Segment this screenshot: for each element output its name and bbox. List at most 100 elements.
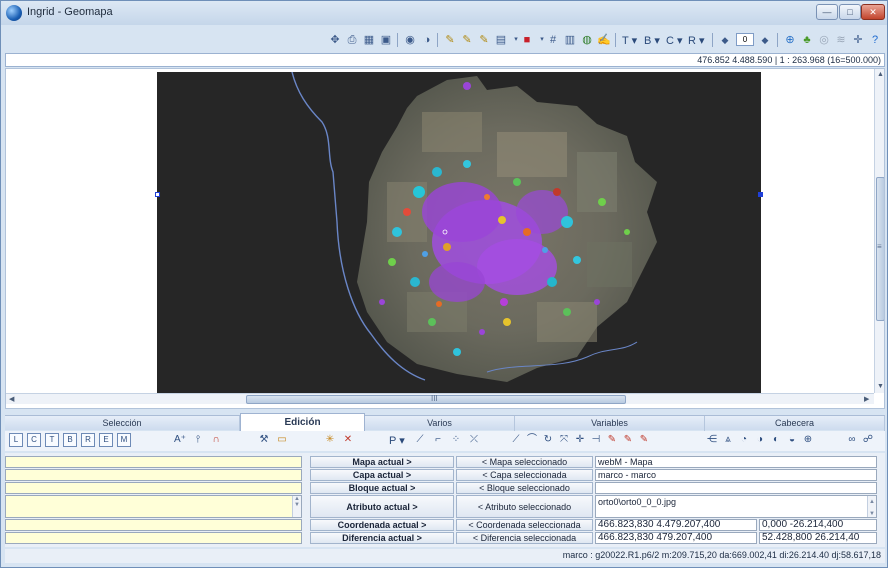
minimize-button[interactable]: — [816, 4, 838, 20]
pen-red3-icon[interactable]: ✎ [637, 433, 651, 447]
tree-icon[interactable]: ♣ [799, 32, 815, 48]
export-icon[interactable]: ▣ [378, 32, 394, 48]
tab-varios[interactable]: Varios [365, 416, 515, 431]
tab-edicion[interactable]: Edición [240, 413, 365, 431]
globe-icon[interactable]: ◍ [579, 32, 595, 48]
layers-icon[interactable]: ▦ [361, 32, 377, 48]
scroll-down-arrow-icon[interactable]: ▼ [877, 383, 884, 390]
tab-variables[interactable]: Variables [515, 416, 705, 431]
atributo-seleccionado-button[interactable]: < Atributo seleccionado [456, 495, 593, 518]
pan-icon[interactable]: ✥ [327, 32, 343, 48]
vertical-scrollbar[interactable]: ▲ ≡ ▼ [874, 69, 884, 393]
draw-arc-icon[interactable]: ⌒ [525, 433, 539, 447]
letter-r-button[interactable]: R [81, 433, 95, 447]
help-icon[interactable]: ? [867, 32, 883, 48]
close-button[interactable]: ✕ [861, 4, 885, 20]
letter-l-button[interactable]: L [9, 433, 23, 447]
pen-red-icon[interactable]: ✎ [605, 433, 619, 447]
trim-icon[interactable]: ⊣ [589, 433, 603, 447]
vertex-icon[interactable]: ⁘ [449, 433, 463, 447]
magnet-icon[interactable]: ∩ [209, 433, 223, 447]
mapa-actual-button[interactable]: Mapa actual > [310, 456, 454, 468]
r-menu[interactable]: R ▾ [688, 34, 705, 47]
letter-t-button[interactable]: T [45, 433, 59, 447]
crosshair-icon[interactable]: ✛ [850, 32, 866, 48]
page-icon[interactable]: ▤ [493, 32, 509, 48]
circle-arrow-icon[interactable]: ◔ [737, 433, 751, 447]
capa-seleccionada-button[interactable]: < Capa seleccionada [456, 469, 593, 481]
eye-icon[interactable]: ◉ [402, 32, 418, 48]
map-view[interactable]: ▲ ≡ ▼ ◀ III ▶ [5, 68, 885, 409]
horizontal-scrollbar[interactable]: ◀ III ▶ [6, 393, 874, 404]
capa-field[interactable] [5, 469, 302, 481]
circle-up-icon[interactable]: ◑ [753, 433, 767, 447]
arrow-left-icon[interactable]: ◆ [717, 32, 733, 48]
web-icon[interactable]: ⊕ [782, 32, 798, 48]
circle-left-icon[interactable]: ◐ [769, 433, 783, 447]
atributo-value-scroll[interactable]: ▲ ▼ [867, 496, 876, 517]
globe-grey-icon[interactable]: ◎ [816, 32, 832, 48]
coordenada-actual-button[interactable]: Coordenada actual > [310, 519, 454, 531]
line-icon[interactable]: ⟋ [413, 433, 427, 447]
pen-red2-icon[interactable]: ✎ [621, 433, 635, 447]
mirror-icon[interactable]: ⋲ [705, 433, 719, 447]
map-canvas[interactable] [157, 71, 761, 393]
bloque-actual-button[interactable]: Bloque actual > [310, 482, 454, 494]
cross-line-icon[interactable]: ✛ [573, 433, 587, 447]
contrast-icon[interactable]: ◑ [419, 32, 435, 48]
bloque-seleccionado-button[interactable]: < Bloque seleccionado [456, 482, 593, 494]
p-menu[interactable]: P ▾ [389, 434, 405, 447]
delete-icon[interactable]: ✕ [341, 433, 355, 447]
c-menu[interactable]: C ▾ [666, 34, 683, 47]
scroll-left-arrow-icon[interactable]: ◀ [9, 395, 14, 403]
atributo-field[interactable]: ▲ ▼ [5, 495, 302, 518]
diferencia-actual-button[interactable]: Diferencia actual > [310, 532, 454, 544]
window-icon[interactable]: ▭ [275, 433, 289, 447]
diferencia-seleccionada-button[interactable]: < Diferencia seleccionada [456, 532, 593, 544]
link-icon[interactable]: ∞ [845, 433, 859, 447]
diferencia-field[interactable] [5, 532, 302, 544]
bloque-field[interactable] [5, 482, 302, 494]
scale-input[interactable]: 0 [736, 33, 754, 46]
selection-handle-right[interactable] [758, 192, 763, 197]
maximize-button[interactable]: □ [839, 4, 861, 20]
pen-icon[interactable]: ✎ [442, 32, 458, 48]
grid-icon[interactable]: # [545, 32, 561, 48]
coordenada-seleccionada-button[interactable]: < Coordenada seleccionada [456, 519, 593, 531]
print-icon[interactable]: ⎙ [344, 32, 360, 48]
draw-line-icon[interactable]: ⟋ [509, 433, 523, 447]
letter-m-button[interactable]: M [117, 433, 131, 447]
scroll-right-arrow-icon[interactable]: ▶ [864, 395, 869, 403]
target-icon[interactable]: ⊕ [801, 433, 815, 447]
capa-actual-button[interactable]: Capa actual > [310, 469, 454, 481]
intersect-icon[interactable]: ⤧ [557, 433, 571, 447]
split-icon[interactable]: ⤫ [467, 433, 481, 447]
add-point-icon[interactable]: ⫯ [191, 433, 205, 447]
tools-icon[interactable]: ⚒ [257, 433, 271, 447]
sparkle-icon[interactable]: ✳ [323, 433, 337, 447]
scroll-up-arrow-icon[interactable]: ▲ [877, 71, 884, 78]
b-menu[interactable]: B ▾ [644, 34, 660, 47]
binoculars-icon[interactable]: ☍ [861, 433, 875, 447]
stack-icon[interactable]: ≋ [833, 32, 849, 48]
t-menu[interactable]: T ▾ [622, 34, 637, 47]
tab-cabecera[interactable]: Cabecera [705, 416, 885, 431]
mapa-field[interactable] [5, 456, 302, 468]
rotate-icon[interactable]: ↻ [541, 433, 555, 447]
symmetry-icon[interactable]: ⩓ [721, 433, 735, 447]
arrow-right-icon[interactable]: ◆ [757, 32, 773, 48]
pencil-icon[interactable]: ✎ [459, 32, 475, 48]
atributo-actual-button[interactable]: Atributo actual > [310, 495, 454, 518]
book-icon[interactable]: ▥ [562, 32, 578, 48]
coordenada-field[interactable] [5, 519, 302, 531]
pencil2-icon[interactable]: ✎ [476, 32, 492, 48]
circle-down-icon[interactable]: ◒ [785, 433, 799, 447]
letter-c-button[interactable]: C [27, 433, 41, 447]
polyline-icon[interactable]: ⌐ [431, 433, 445, 447]
letter-b-button[interactable]: B [63, 433, 77, 447]
selection-handle-left[interactable] [155, 192, 160, 197]
tab-seleccion[interactable]: Selección [5, 416, 240, 431]
letter-e-button[interactable]: E [99, 433, 113, 447]
brush-icon[interactable]: ✍ [596, 32, 612, 48]
color-icon[interactable]: ■ [519, 32, 535, 48]
